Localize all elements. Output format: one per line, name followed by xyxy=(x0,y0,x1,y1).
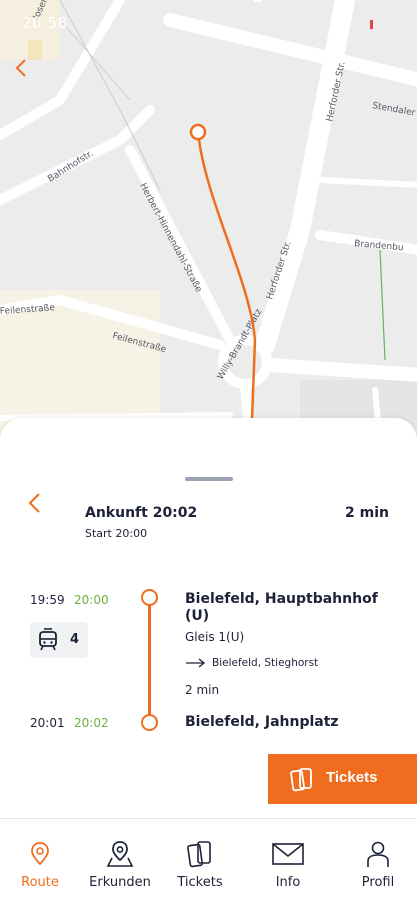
timeline-line xyxy=(148,599,151,721)
app-screen: Josefstr. Bahnhofstr. Herbert-Hinnendahl… xyxy=(0,0,417,900)
platform: Gleis 1(U) xyxy=(185,630,245,644)
arrival-stop-dot xyxy=(141,714,158,731)
map-canvas: Josefstr. Bahnhofstr. Herbert-Hinnendahl… xyxy=(0,0,417,440)
nav-item-info[interactable]: Info xyxy=(248,819,328,900)
street-label: Herbert-Hinnendahl-Straße xyxy=(137,182,203,295)
arrow-right-icon xyxy=(186,658,206,668)
nav-label-profile: Profil xyxy=(361,875,395,890)
line-direction: Bielefeld, Stieghorst xyxy=(212,657,319,669)
street-label: Bahnhofstr. xyxy=(46,149,95,185)
sheet-drag-handle[interactable] xyxy=(185,477,233,481)
explore-pin-icon xyxy=(106,841,134,867)
arrival-stop-name[interactable]: Bielefeld, Jahnplatz xyxy=(185,714,339,731)
nav-label-tickets: Tickets xyxy=(177,875,223,890)
route-start-marker xyxy=(189,123,207,141)
street-label: Stendaler xyxy=(371,101,416,118)
tickets-button-label: Tickets xyxy=(326,769,378,786)
arrival-time: Ankunft 20:02 xyxy=(85,505,198,521)
nav-item-route[interactable]: Route xyxy=(0,819,80,900)
departure-realtime: 20:00 xyxy=(74,593,109,607)
trip-back-button[interactable] xyxy=(26,491,48,521)
nav-item-explore[interactable]: Erkunden xyxy=(80,819,160,900)
ride-duration: 2 min xyxy=(185,683,220,697)
back-button[interactable] xyxy=(14,58,40,88)
nav-item-profile[interactable]: Profil xyxy=(338,819,417,900)
chevron-left-icon xyxy=(15,59,26,77)
nav-label-info: Info xyxy=(275,875,301,890)
tram-icon xyxy=(39,628,57,651)
arrival-realtime: 20:02 xyxy=(74,716,109,730)
bottom-nav: Route Erkunden Tickets Info Profil xyxy=(0,818,417,900)
trip-duration: 2 min xyxy=(345,505,389,521)
arrival-planned-time: 20:01 xyxy=(30,716,65,730)
departure-stop-dot xyxy=(141,589,158,606)
tickets-icon xyxy=(187,841,211,868)
status-time: 20:58 xyxy=(22,14,68,32)
location-pin-icon xyxy=(31,842,49,866)
map-view[interactable]: Josefstr. Bahnhofstr. Herbert-Hinnendahl… xyxy=(0,0,417,440)
line-number: 4 xyxy=(70,632,80,647)
nav-label-explore: Erkunden xyxy=(89,875,151,890)
nav-item-tickets[interactable]: Tickets xyxy=(160,819,240,900)
tickets-button[interactable]: Tickets xyxy=(268,754,417,804)
ticket-phone-icon xyxy=(290,768,312,792)
departure-stop-name[interactable]: Bielefeld, Hauptbahnhof (U) xyxy=(185,591,385,625)
person-icon xyxy=(367,841,389,867)
departure-planned-time: 19:59 xyxy=(30,593,65,607)
street-label: Brandenbu xyxy=(354,239,404,253)
trip-detail-sheet: Ankunft 20:02 Start 20:00 2 min 19:59 20… xyxy=(0,418,417,818)
nav-label-route: Route xyxy=(21,875,59,890)
envelope-icon xyxy=(272,843,304,865)
start-time: Start 20:00 xyxy=(85,527,148,540)
line-badge[interactable]: 4 xyxy=(30,622,88,658)
chevron-left-icon xyxy=(28,493,40,513)
